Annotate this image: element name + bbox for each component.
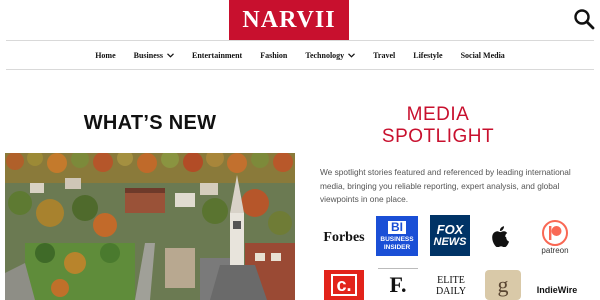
elite-daily-logo-top: ELITE [437,275,465,286]
forbes-logo-text: Forbes [323,230,365,245]
goodreads-logo[interactable]: g [485,270,521,300]
nav-item-fashion[interactable]: Fashion [260,51,287,60]
fox-news-logo-bottom: NEWS [433,236,467,248]
media-spotlight-title: MEDIA SPOTLIGHT [343,104,533,148]
whats-new-heading: WHAT’S NEW [83,112,217,134]
nav-item-entertainment[interactable]: Entertainment [192,51,242,60]
search-icon [574,9,595,30]
patreon-icon [542,219,568,246]
nav-item-business[interactable]: Business [134,51,174,60]
media-spotlight-title-line2: SPOTLIGHT [381,126,495,147]
search-button[interactable] [573,8,595,30]
elite-daily-logo[interactable]: ELITE DAILY [432,272,470,300]
nav-item-label: Social Media [460,50,505,60]
forbes-logo[interactable]: Forbes [320,224,368,252]
nav-item-travel[interactable]: Travel [373,51,395,60]
town-aerial-photo [5,153,295,300]
business-insider-logo[interactable]: BI BUSINESS INSIDER [376,216,418,256]
nav-item-label: Entertainment [192,50,243,60]
nav-item-label: Fashion [260,50,288,60]
cnet-logo-text: c. [331,274,357,296]
chevron-down-icon [348,52,356,58]
media-spotlight-title-line1: MEDIA [406,104,470,125]
nav-item-label: Business [133,50,163,60]
nav-item-technology[interactable]: Technology [305,50,356,60]
media-spotlight-description: We spotlight stories featured and refere… [320,167,571,204]
cnet-logo[interactable]: c. [324,270,364,300]
nav-item-home[interactable]: Home [95,51,115,60]
featured-photo[interactable] [5,153,295,300]
fox-news-logo[interactable]: FOX NEWS [430,215,470,256]
nav-item-label: Home [95,50,116,60]
chevron-down-icon [167,52,174,58]
indiewire-logo[interactable]: IndieWire [532,280,582,300]
apple-icon [492,226,509,247]
nav-item-social-media[interactable]: Social Media [461,51,505,60]
patreon-logo-text: patreon [541,245,569,255]
business-insider-logo-sub1: BUSINESS [380,236,414,243]
nav-item-label: Travel [373,50,396,60]
main-nav: Home Business Entertainment Fashion Tech… [0,42,600,68]
nav-item-label: Lifestyle [413,50,443,60]
elite-daily-logo-bottom: DAILY [435,286,467,297]
goodreads-logo-text: g [497,272,509,297]
header-divider [6,40,594,41]
forbes-f-logo[interactable]: F. [378,268,418,300]
business-insider-logo-bi: BI [388,221,406,234]
patreon-logo[interactable]: patreon [532,216,578,258]
fox-news-logo-top: FOX [436,222,464,237]
nav-item-lifestyle[interactable]: Lifestyle [413,51,442,60]
brand-logo-text: NARVII [242,6,336,33]
apple-logo[interactable] [486,222,516,250]
brand-logo[interactable]: NARVII [229,0,349,40]
nav-divider [6,69,594,70]
indiewire-logo-text: IndieWire [536,285,578,295]
forbes-f-logo-text: F. [389,271,407,297]
business-insider-logo-sub2: INSIDER [383,244,411,251]
nav-item-label: Technology [305,50,345,60]
